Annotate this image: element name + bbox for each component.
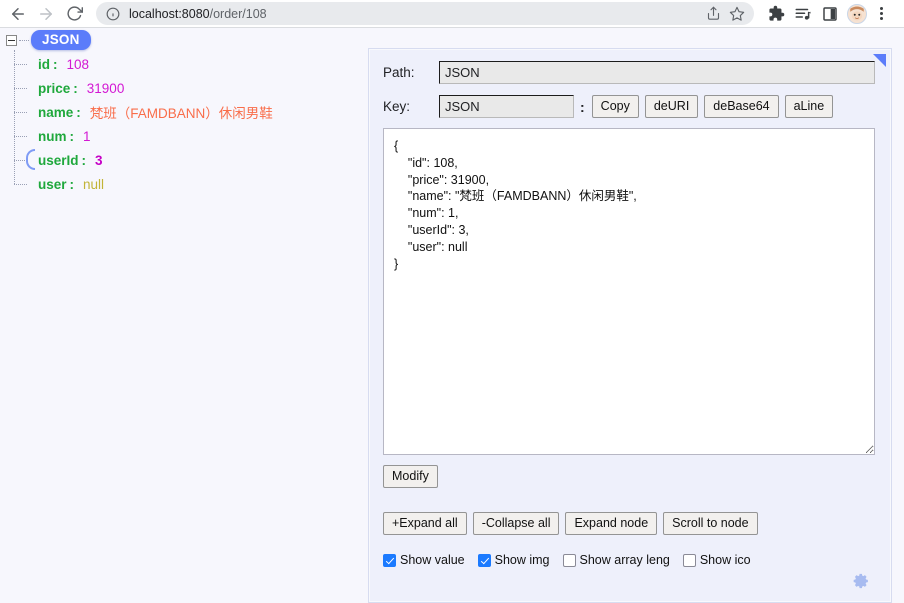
collapse-toggle-icon[interactable] bbox=[6, 34, 17, 46]
scroll-to-node-button[interactable]: Scroll to node bbox=[663, 512, 758, 535]
checkbox-label: Show img bbox=[494, 553, 550, 567]
copy-button[interactable]: Copy bbox=[591, 95, 639, 118]
tree-row[interactable]: num : 1 bbox=[14, 124, 360, 148]
modify-row: Modify bbox=[369, 455, 891, 488]
key-label: Key: bbox=[383, 99, 411, 114]
checkbox-box[interactable] bbox=[682, 553, 696, 567]
path-input[interactable] bbox=[439, 61, 875, 84]
json-tree-children: id : 108 price : 31900 name : 梵班（FAMDBAN… bbox=[14, 50, 360, 196]
tree-colon: : bbox=[81, 152, 87, 168]
tree-value: 梵班（FAMDBANN）休闲男鞋 bbox=[89, 106, 273, 121]
tree-row[interactable]: id : 108 bbox=[14, 52, 360, 76]
gear-icon[interactable] bbox=[851, 571, 871, 591]
show-array-length-checkbox[interactable]: Show array leng bbox=[562, 553, 670, 567]
tree-row[interactable]: name : 梵班（FAMDBANN）休闲男鞋 bbox=[14, 100, 360, 124]
tree-value: null bbox=[83, 176, 105, 192]
three-dots-menu-icon[interactable] bbox=[872, 2, 890, 26]
collapse-all-button[interactable]: -Collapse all bbox=[472, 512, 560, 535]
modify-button[interactable]: Modify bbox=[383, 465, 438, 488]
tree-key: price bbox=[38, 80, 71, 96]
tree-value: 3 bbox=[95, 152, 103, 168]
checkbox-label: Show ico bbox=[699, 553, 751, 567]
json-viewer-panel: Path: Key: : Copy deURI deBase64 aLine {… bbox=[368, 48, 892, 603]
checkbox-box[interactable] bbox=[562, 553, 576, 567]
tree-value: 31900 bbox=[86, 80, 125, 96]
tree-row[interactable]: user : null bbox=[14, 172, 360, 196]
json-tree-root[interactable]: JSON bbox=[0, 28, 360, 52]
tree-key: name bbox=[38, 104, 74, 120]
url-path: /order/108 bbox=[209, 6, 267, 21]
tree-key: userId bbox=[38, 152, 79, 168]
omnibox-actions bbox=[702, 3, 748, 25]
path-label: Path: bbox=[383, 65, 415, 80]
tree-colon: : bbox=[73, 80, 78, 96]
tree-row-selected[interactable]: userId : 3 bbox=[14, 148, 360, 172]
site-info-icon[interactable] bbox=[106, 7, 120, 21]
reload-button[interactable] bbox=[60, 0, 88, 27]
checkbox-label: Show array leng bbox=[579, 553, 670, 567]
tree-connector bbox=[19, 39, 29, 41]
tree-value: 108 bbox=[66, 56, 90, 72]
expand-node-button[interactable]: Expand node bbox=[565, 512, 658, 535]
json-editor-wrapper: { "id": 108, "price": 31900, "name": "梵班… bbox=[369, 118, 891, 455]
node-actions-row: +Expand all -Collapse all Expand node Sc… bbox=[369, 488, 891, 535]
tree-colon: : bbox=[76, 104, 81, 120]
json-root-badge[interactable]: JSON bbox=[31, 30, 91, 50]
selected-node-marker-icon bbox=[26, 149, 35, 170]
share-icon[interactable] bbox=[702, 3, 724, 25]
forward-button[interactable] bbox=[32, 0, 60, 27]
browser-toolbar: localhost:8080/order/108 bbox=[0, 0, 904, 27]
navigation-buttons bbox=[0, 0, 88, 27]
options-row: Show value Show img Show array leng Show… bbox=[369, 535, 891, 567]
url-text[interactable]: localhost:8080/order/108 bbox=[129, 7, 696, 21]
address-bar[interactable]: localhost:8080/order/108 bbox=[96, 2, 754, 25]
debase64-button[interactable]: deBase64 bbox=[704, 95, 779, 118]
key-row: Key: : Copy deURI deBase64 aLine bbox=[369, 84, 891, 118]
puzzle-piece-icon[interactable] bbox=[764, 2, 788, 26]
aline-button[interactable]: aLine bbox=[784, 95, 834, 118]
key-colon-separator: : bbox=[580, 98, 585, 115]
extension-icons bbox=[754, 2, 894, 26]
expand-all-button[interactable]: +Expand all bbox=[383, 512, 467, 535]
tree-key: id bbox=[38, 56, 50, 72]
page-content: JSON id : 108 price : 31900 name : 梵班（FA… bbox=[0, 28, 904, 603]
show-img-checkbox[interactable]: Show img bbox=[477, 553, 550, 567]
show-value-checkbox[interactable]: Show value bbox=[383, 553, 465, 567]
collapse-triangle-icon[interactable] bbox=[873, 54, 886, 67]
avatar[interactable] bbox=[845, 2, 869, 26]
star-icon[interactable] bbox=[726, 3, 748, 25]
tree-row[interactable]: price : 31900 bbox=[14, 76, 360, 100]
url-host: localhost:8080 bbox=[129, 6, 210, 21]
checkbox-box[interactable] bbox=[383, 553, 396, 567]
show-ico-checkbox[interactable]: Show ico bbox=[682, 553, 751, 567]
reading-list-icon[interactable] bbox=[791, 2, 815, 26]
side-panel-icon[interactable] bbox=[818, 2, 842, 26]
path-row: Path: bbox=[369, 49, 891, 84]
deuri-button[interactable]: deURI bbox=[644, 95, 699, 118]
key-input[interactable] bbox=[439, 95, 574, 118]
tree-value: 1 bbox=[83, 128, 91, 144]
json-text-editor[interactable]: { "id": 108, "price": 31900, "name": "梵班… bbox=[383, 128, 875, 455]
tree-colon: : bbox=[69, 176, 75, 192]
json-tree: JSON id : 108 price : 31900 name : 梵班（FA… bbox=[0, 28, 360, 196]
tree-colon: : bbox=[53, 56, 58, 72]
tree-key: num bbox=[38, 128, 67, 144]
tree-key: user bbox=[38, 176, 67, 192]
tree-colon: : bbox=[69, 128, 75, 144]
checkbox-label: Show value bbox=[400, 553, 465, 567]
checkbox-box[interactable] bbox=[477, 553, 491, 567]
back-button[interactable] bbox=[4, 0, 32, 27]
avatar-image bbox=[847, 3, 867, 24]
